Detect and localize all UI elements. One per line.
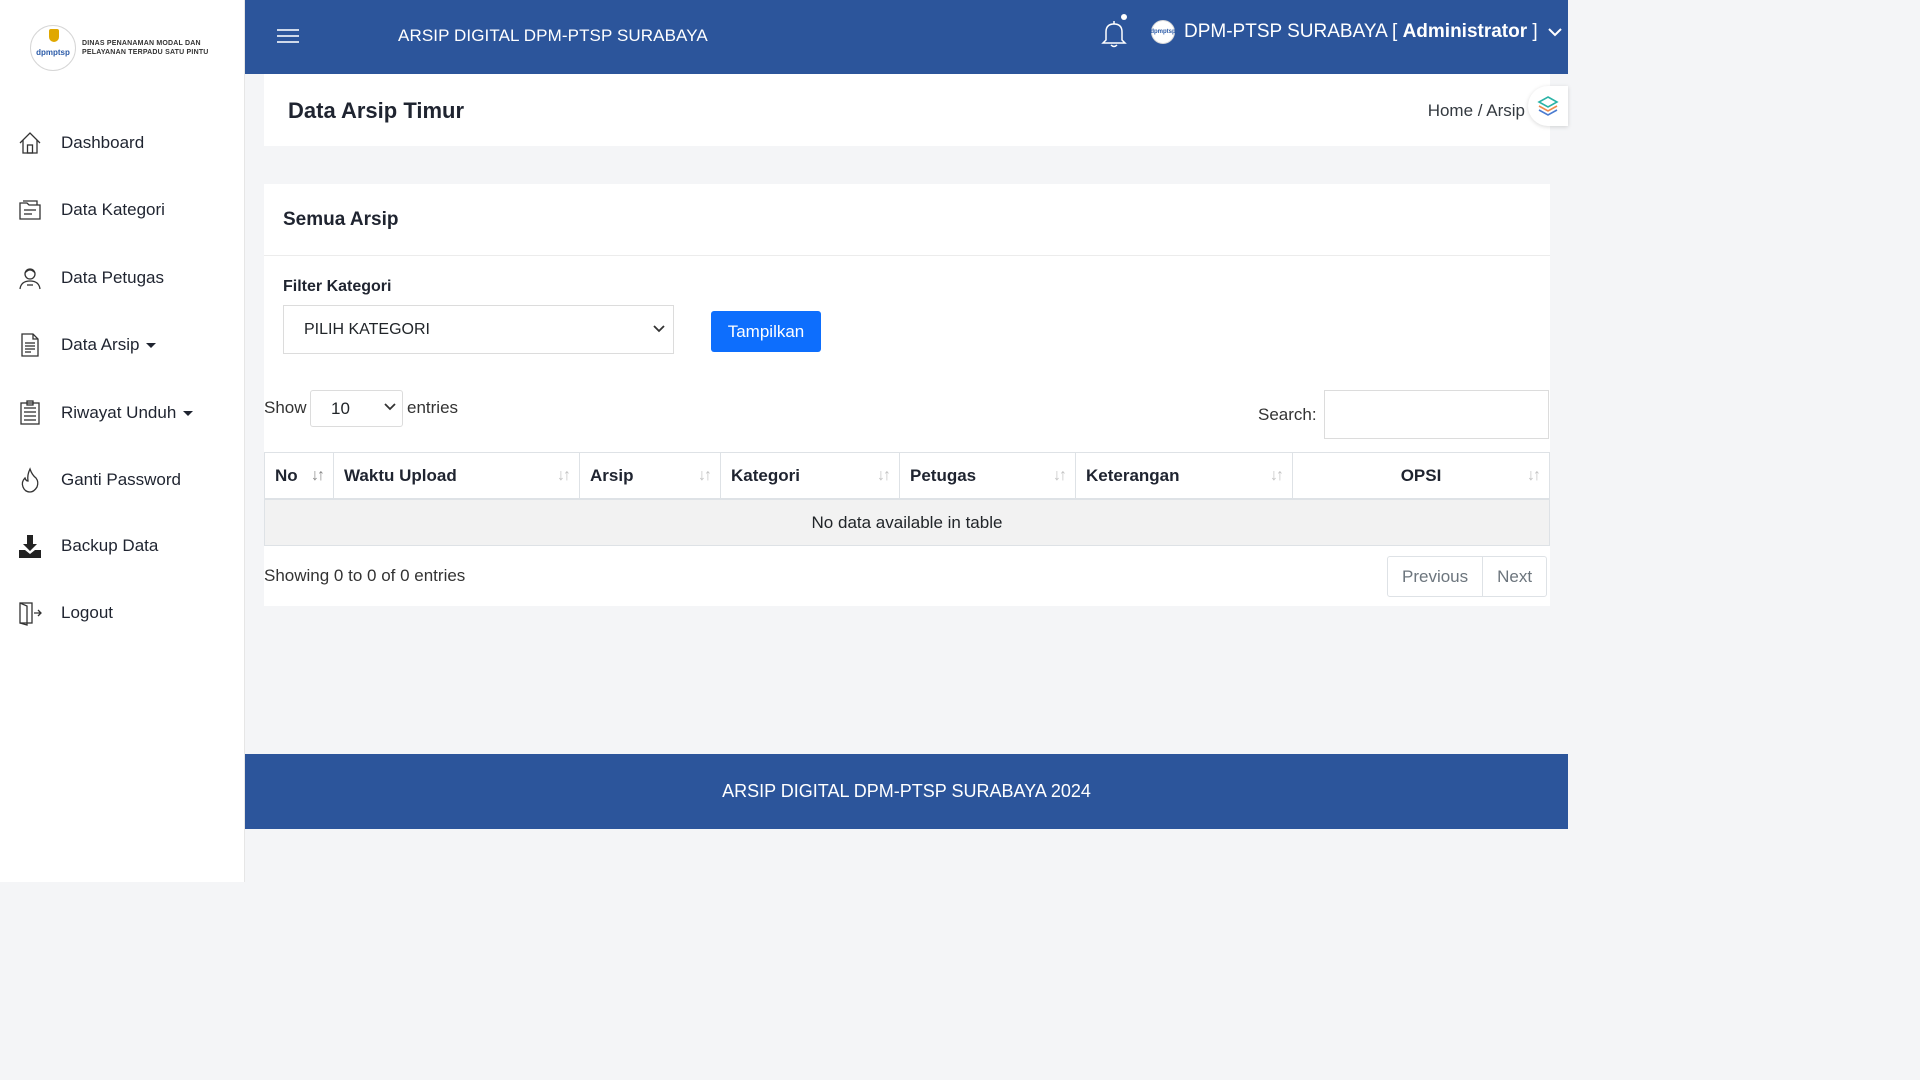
column-header-keterangan[interactable]: Keterangan ↓↑ (1076, 453, 1293, 499)
user-icon (16, 264, 44, 292)
sidebar-item-data-arsip[interactable]: Data Arsip (16, 325, 157, 365)
logo-text-line2: PELAYANAN TERPADU SATU PINTU (82, 49, 209, 56)
search-label: Search: (1258, 405, 1317, 424)
table-header: No ↓↑ Waktu Upload ↓↑ Arsip ↓↑ Kategori ↓↑ P… (264, 452, 1550, 500)
home-icon (16, 129, 44, 157)
sidebar-item-data-petugas[interactable]: Data Petugas (16, 258, 164, 298)
user-name: DPM-PTSP SURABAYA [ Administrator ] (1184, 21, 1538, 42)
search-input[interactable] (1324, 390, 1549, 439)
chevron-down-icon (1547, 28, 1562, 37)
page-header: Data Arsip Timur Home / Arsip (264, 74, 1550, 146)
filter-label: Filter Kategori (283, 278, 392, 295)
archive-table: No ↓↑ Waktu Upload ↓↑ Arsip ↓↑ Kategori ↓↑ P… (264, 452, 1550, 546)
menu-toggle-icon[interactable] (277, 29, 299, 43)
chevron-down-icon (384, 403, 396, 411)
sidebar: dpmptsp DINAS PENANAMAN MODAL DAN PELAYA… (0, 0, 245, 882)
avatar: dpmptsp (1150, 20, 1176, 44)
flame-icon (16, 466, 44, 494)
sort-icon: ↓↑ (877, 467, 891, 484)
sidebar-item-label: Data Kategori (61, 200, 165, 219)
emblem-icon: dpmptsp (30, 25, 76, 71)
chevron-down-icon (653, 325, 665, 333)
sidebar-item-label: Riwayat Unduh (61, 403, 194, 423)
sidebar-item-backup-data[interactable]: Backup Data (16, 526, 158, 566)
column-header-opsi[interactable]: OPSI ↓↑ (1293, 453, 1549, 499)
logo-text-line1: DINAS PENANAMAN MODAL DAN (82, 40, 201, 47)
column-header-no[interactable]: No ↓↑ (265, 453, 334, 499)
sort-icon: ↓↑ (557, 467, 571, 484)
next-button[interactable]: Next (1482, 557, 1546, 596)
entries-label: entries (407, 398, 459, 417)
logout-icon (16, 599, 44, 627)
top-header: ARSIP DIGITAL DPM-PTSP SURABAYA dpmptsp … (245, 0, 1568, 74)
sidebar-item-ganti-password[interactable]: Ganti Password (16, 460, 181, 500)
column-header-kategori[interactable]: Kategori ↓↑ (721, 453, 900, 499)
archive-card: Semua Arsip Filter Kategori PILIH KATEGO… (264, 184, 1550, 606)
column-header-arsip[interactable]: Arsip ↓↑ (580, 453, 721, 499)
download-icon (16, 532, 44, 560)
footer: ARSIP DIGITAL DPM-PTSP SURABAYA 2024 (245, 754, 1568, 829)
column-header-petugas[interactable]: Petugas ↓↑ (900, 453, 1076, 499)
sidebar-item-label: Ganti Password (61, 470, 181, 489)
sidebar-item-data-kategori[interactable]: Data Kategori (16, 190, 165, 230)
agency-logo[interactable]: dpmptsp DINAS PENANAMAN MODAL DAN PELAYA… (30, 22, 220, 74)
column-header-waktu-upload[interactable]: Waktu Upload ↓↑ (334, 453, 580, 499)
sort-icon: ↓↑ (1270, 467, 1284, 484)
pagination: Previous Next (1387, 556, 1548, 597)
card-title: Semua Arsip (283, 209, 399, 230)
user-menu[interactable]: dpmptsp DPM-PTSP SURABAYA [ Administrato… (1150, 20, 1562, 44)
category-select[interactable]: PILIH KATEGORI (283, 305, 674, 354)
entries-select[interactable]: 10 (310, 390, 403, 427)
sidebar-item-logout[interactable]: Logout (16, 593, 113, 633)
table-empty-row: No data available in table (264, 500, 1550, 546)
caret-down-icon (146, 343, 157, 349)
sidebar-item-label: Dashboard (61, 133, 145, 152)
sidebar-item-dashboard[interactable]: Dashboard (16, 123, 144, 163)
archive-icon (16, 399, 44, 427)
sort-icon: ↓↑ (1527, 467, 1541, 484)
layers-icon[interactable] (1528, 86, 1568, 126)
show-label: Show (264, 398, 307, 417)
entries-value: 10 (331, 398, 350, 418)
breadcrumb[interactable]: Home / Arsip (1428, 101, 1525, 121)
user-role: Administrator (1402, 21, 1528, 42)
notification-bell-icon[interactable] (1101, 14, 1129, 50)
sidebar-item-riwayat-unduh[interactable]: Riwayat Unduh (16, 393, 194, 433)
category-select-value: PILIH KATEGORI (304, 320, 430, 338)
divider (264, 255, 1550, 256)
show-button[interactable]: Tampilkan (711, 311, 821, 352)
sidebar-item-label: Data Arsip (61, 335, 157, 355)
sort-icon: ↓↑ (1053, 467, 1067, 484)
sort-icon: ↓↑ (311, 467, 325, 484)
caret-down-icon (183, 411, 194, 417)
table-info: Showing 0 to 0 of 0 entries (264, 566, 466, 585)
sort-icon: ↓↑ (698, 467, 712, 484)
previous-button[interactable]: Previous (1388, 557, 1482, 596)
app-title: ARSIP DIGITAL DPM-PTSP SURABAYA (398, 26, 708, 45)
sidebar-item-label: Logout (61, 603, 113, 622)
folder-icon (16, 196, 44, 224)
document-icon (16, 331, 44, 359)
sidebar-item-label: Backup Data (61, 536, 159, 555)
sidebar-item-label: Data Petugas (61, 268, 165, 287)
page-title: Data Arsip Timur (288, 98, 465, 123)
